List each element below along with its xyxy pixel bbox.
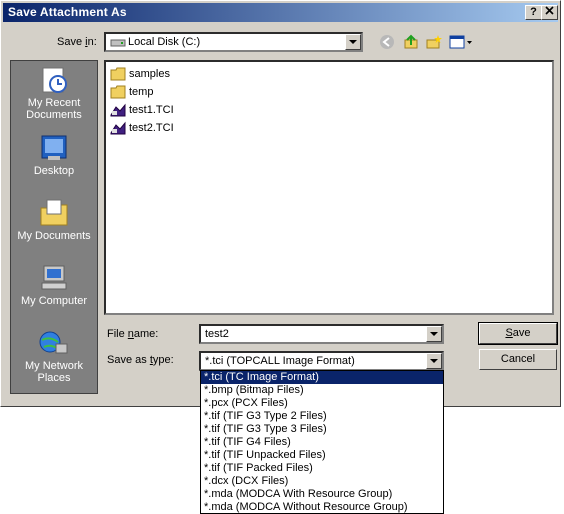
my-computer-icon (41, 265, 67, 290)
new-folder-icon (426, 35, 442, 49)
type-option[interactable]: *.mda (MODCA Without Resource Group) (201, 501, 443, 513)
file-name-label: File name: (107, 328, 159, 340)
file-name-value: test2 (205, 328, 229, 340)
save-as-type-dropdown-list[interactable]: *.tci (TC Image Format) *.bmp (Bitmap Fi… (200, 370, 444, 514)
title-bar[interactable]: Save Attachment As ? (3, 3, 558, 22)
list-item[interactable]: test1.TCI (110, 102, 174, 118)
window-title: Save Attachment As (8, 5, 127, 19)
save-in-value: Local Disk (C:) (128, 36, 201, 48)
type-option[interactable]: *.tif (TIF G3 Type 3 Files) (201, 423, 443, 436)
place-network[interactable]: My Network Places (11, 328, 97, 384)
place-label: My Computer (20, 295, 88, 307)
tci-file-icon (110, 103, 126, 117)
type-option[interactable]: *.mda (MODCA With Resource Group) (201, 488, 443, 501)
up-folder-icon (404, 34, 418, 49)
new-folder-button[interactable] (424, 32, 444, 52)
tci-file-icon (110, 121, 126, 135)
file-name-dropdown-button[interactable] (426, 326, 442, 342)
up-folder-button[interactable] (401, 32, 421, 52)
type-option[interactable]: *.dcx (DCX Files) (201, 475, 443, 488)
place-recent-documents[interactable]: My Recent Documents (11, 65, 97, 121)
save-in-label: Save in: (57, 36, 97, 48)
places-bar: My Recent Documents Desktop My Documents… (10, 60, 98, 394)
local-disk-icon (110, 39, 126, 47)
place-label: My Network Places (24, 360, 84, 384)
save-attachment-dialog: Save Attachment As ? Save in: Local Disk… (0, 0, 561, 407)
type-option[interactable]: *.bmp (Bitmap Files) (201, 384, 443, 397)
type-option[interactable]: *.tci (TC Image Format) (201, 371, 443, 384)
chevron-down-icon (430, 332, 438, 336)
close-button[interactable] (541, 5, 558, 20)
views-menu-button[interactable] (448, 32, 474, 52)
place-desktop[interactable]: Desktop (11, 133, 97, 177)
save-as-type-dropdown-button[interactable] (426, 353, 442, 369)
save-button[interactable]: Save (478, 322, 558, 345)
folder-icon (110, 67, 126, 81)
file-list[interactable]: samples temp test1.TCI test2.TCI (104, 60, 554, 315)
desktop-icon (41, 135, 67, 160)
list-item[interactable]: temp (110, 84, 153, 100)
place-label: Desktop (33, 165, 75, 177)
type-option[interactable]: *.pcx (PCX Files) (201, 397, 443, 410)
help-button[interactable]: ? (525, 5, 542, 20)
recent-documents-icon (42, 67, 67, 93)
chevron-down-icon (430, 359, 438, 363)
list-item[interactable]: samples (110, 66, 170, 82)
file-name-combo[interactable]: test2 (199, 324, 444, 344)
save-as-type-label: Save as type: (107, 354, 174, 366)
back-button[interactable] (377, 32, 397, 52)
type-option[interactable]: *.tif (TIF G4 Files) (201, 436, 443, 449)
chevron-down-icon (349, 40, 357, 44)
type-option[interactable]: *.tif (TIF Unpacked Files) (201, 449, 443, 462)
back-arrow-icon (380, 35, 394, 49)
place-my-documents[interactable]: My Documents (11, 198, 97, 242)
place-label: My Recent Documents (26, 97, 82, 121)
save-as-type-value: *.tci (TOPCALL Image Format) (205, 355, 355, 367)
save-in-combo[interactable]: Local Disk (C:) (104, 32, 363, 52)
place-my-computer[interactable]: My Computer (11, 263, 97, 307)
list-item[interactable]: test2.TCI (110, 120, 174, 136)
my-documents-icon (40, 199, 68, 226)
views-icon (449, 35, 472, 49)
save-in-dropdown-button[interactable] (345, 34, 361, 50)
type-option[interactable]: *.tif (TIF G3 Type 2 Files) (201, 410, 443, 423)
folder-icon (110, 85, 126, 99)
network-places-icon (39, 331, 68, 354)
place-label: My Documents (17, 230, 91, 242)
save-as-type-combo[interactable]: *.tci (TOPCALL Image Format) (199, 351, 444, 371)
cancel-button[interactable]: Cancel (479, 349, 557, 370)
type-option[interactable]: *.tif (TIF Packed Files) (201, 462, 443, 475)
close-icon (545, 6, 554, 15)
